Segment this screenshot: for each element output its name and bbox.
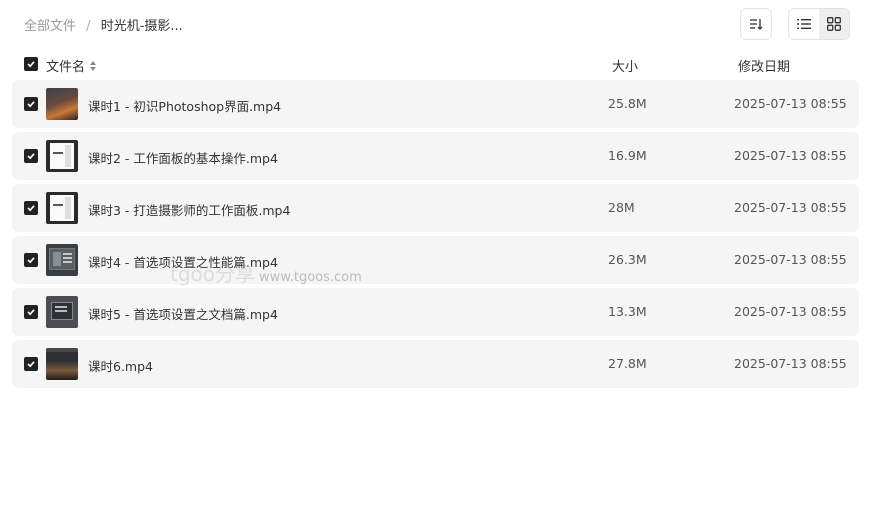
checkmark-icon <box>27 257 35 264</box>
row-checkbox[interactable] <box>24 305 38 319</box>
checkmark-icon <box>27 153 35 160</box>
file-name[interactable]: 课时3 - 打造摄影师的工作面板.mp4 <box>88 200 290 219</box>
file-name[interactable]: 课时1 - 初识Photoshop界面.mp4 <box>88 96 281 115</box>
row-checkbox[interactable] <box>24 253 38 267</box>
column-header-size[interactable]: 大小 <box>612 56 638 75</box>
file-row[interactable]: 课时6.mp4 27.8M 2025-07-13 08:55 <box>12 340 859 388</box>
sort-button[interactable] <box>740 8 772 40</box>
checkmark-icon <box>27 205 35 212</box>
video-thumbnail <box>46 348 78 380</box>
list-view-icon <box>797 19 811 29</box>
column-header-name[interactable]: 文件名 <box>46 56 97 75</box>
column-header-date[interactable]: 修改日期 <box>738 56 790 75</box>
file-size: 16.9M <box>608 148 647 163</box>
file-name[interactable]: 课时6.mp4 <box>88 356 153 375</box>
file-date: 2025-07-13 08:55 <box>734 96 847 111</box>
file-date: 2025-07-13 08:55 <box>734 356 847 371</box>
view-toggle <box>788 8 850 40</box>
file-name[interactable]: 课时4 - 首选项设置之性能篇.mp4 <box>88 252 278 271</box>
checkmark-icon <box>27 361 35 368</box>
video-thumbnail <box>46 140 78 172</box>
file-date: 2025-07-13 08:55 <box>734 148 847 163</box>
file-date: 2025-07-13 08:55 <box>734 200 847 215</box>
file-size: 25.8M <box>608 96 647 111</box>
file-size: 28M <box>608 200 635 215</box>
video-thumbnail <box>46 296 78 328</box>
breadcrumb-root-link[interactable]: 全部文件 <box>24 19 76 34</box>
file-name[interactable]: 课时2 - 工作面板的基本操作.mp4 <box>88 148 278 167</box>
column-header-name-label: 文件名 <box>46 60 86 75</box>
video-thumbnail <box>46 192 78 224</box>
row-checkbox[interactable] <box>24 201 38 215</box>
grid-view-button[interactable] <box>819 9 849 39</box>
select-all-checkbox[interactable] <box>24 57 38 71</box>
file-row[interactable]: 课时4 - 首选项设置之性能篇.mp4 26.3M 2025-07-13 08:… <box>12 236 859 284</box>
file-list: 课时1 - 初识Photoshop界面.mp4 25.8M 2025-07-13… <box>12 80 859 392</box>
breadcrumb-current-folder: 时光机-摄影... <box>100 19 183 34</box>
checkmark-icon <box>27 101 35 108</box>
file-date: 2025-07-13 08:55 <box>734 304 847 319</box>
row-checkbox[interactable] <box>24 149 38 163</box>
video-thumbnail <box>46 88 78 120</box>
file-name[interactable]: 课时5 - 首选项设置之文档篇.mp4 <box>88 304 278 323</box>
file-row[interactable]: 课时5 - 首选项设置之文档篇.mp4 13.3M 2025-07-13 08:… <box>12 288 859 336</box>
table-header: 文件名 大小 修改日期 <box>0 52 874 76</box>
breadcrumb-separator: / <box>86 19 91 34</box>
breadcrumb: 全部文件 / 时光机-摄影... <box>24 15 183 34</box>
file-row[interactable]: 课时3 - 打造摄影师的工作面板.mp4 28M 2025-07-13 08:5… <box>12 184 859 232</box>
file-size: 13.3M <box>608 304 647 319</box>
checkmark-icon <box>27 61 35 68</box>
file-size: 27.8M <box>608 356 647 371</box>
file-row[interactable]: 课时2 - 工作面板的基本操作.mp4 16.9M 2025-07-13 08:… <box>12 132 859 180</box>
sort-arrows-icon <box>90 60 97 71</box>
grid-view-icon <box>827 17 841 31</box>
checkmark-icon <box>27 309 35 316</box>
row-checkbox[interactable] <box>24 97 38 111</box>
sort-icon <box>750 19 763 30</box>
file-date: 2025-07-13 08:55 <box>734 252 847 267</box>
top-bar: 全部文件 / 时光机-摄影... <box>0 0 874 48</box>
video-thumbnail <box>46 244 78 276</box>
row-checkbox[interactable] <box>24 357 38 371</box>
list-view-button[interactable] <box>789 9 819 39</box>
file-row[interactable]: 课时1 - 初识Photoshop界面.mp4 25.8M 2025-07-13… <box>12 80 859 128</box>
file-size: 26.3M <box>608 252 647 267</box>
